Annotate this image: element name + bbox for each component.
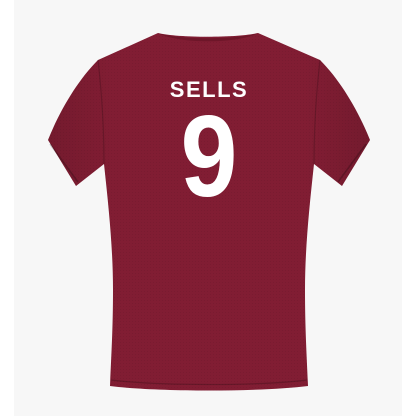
player-number: 9 <box>180 91 238 221</box>
product-image: SELLS 9 <box>0 0 416 416</box>
